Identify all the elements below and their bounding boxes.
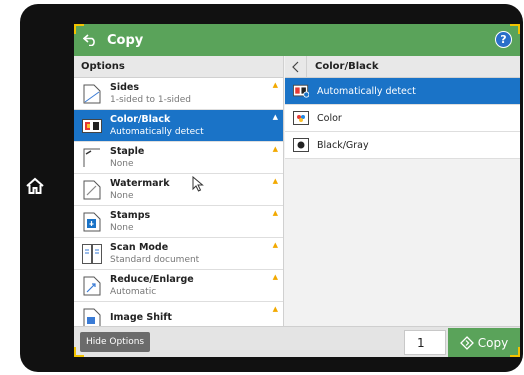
back-icon[interactable] bbox=[83, 32, 99, 48]
option-label: Color/Black bbox=[110, 113, 171, 125]
copy-button-label: Copy bbox=[477, 336, 509, 350]
option-value: None bbox=[110, 158, 134, 169]
choice-color[interactable]: Color bbox=[285, 105, 520, 132]
option-label: Reduce/Enlarge bbox=[110, 273, 194, 285]
option-scan-mode[interactable]: Scan Mode Standard document ▲ bbox=[74, 238, 283, 270]
option-stamps[interactable]: Stamps None ▲ bbox=[74, 206, 283, 238]
copies-count-field[interactable]: 1 bbox=[404, 330, 446, 355]
touch-screen: Copy ? Options Sides 1-sided to 1-sided … bbox=[74, 24, 520, 357]
page-title: Copy bbox=[107, 32, 144, 48]
home-button[interactable] bbox=[24, 175, 46, 197]
favorite-star-icon: ▲ bbox=[272, 145, 278, 153]
corner-marker bbox=[74, 347, 84, 357]
choice-label: Black/Gray bbox=[317, 139, 369, 151]
option-value: 1-sided to 1-sided bbox=[110, 94, 192, 105]
option-value: None bbox=[110, 190, 134, 201]
image-shift-icon bbox=[81, 307, 103, 326]
choice-label: Automatically detect bbox=[317, 85, 416, 97]
option-reduce-enlarge[interactable]: Reduce/Enlarge Automatic ▲ bbox=[74, 270, 283, 302]
option-watermark[interactable]: Watermark None ▲ bbox=[74, 174, 283, 206]
option-label: Image Shift bbox=[110, 311, 172, 323]
favorite-star-icon: ▲ bbox=[272, 81, 278, 89]
corner-marker bbox=[510, 24, 520, 34]
stamps-icon bbox=[81, 211, 103, 233]
options-header: Options bbox=[74, 56, 283, 78]
detail-title: Color/Black bbox=[315, 61, 379, 72]
choice-label: Color bbox=[317, 112, 342, 124]
favorite-star-icon: ▲ bbox=[272, 113, 278, 121]
bottom-bar: Hide Options 1 Copy bbox=[74, 326, 520, 357]
detail-header: Color/Black bbox=[285, 55, 520, 78]
favorite-star-icon: ▲ bbox=[272, 209, 278, 217]
detail-back-button[interactable] bbox=[285, 55, 307, 78]
option-staple[interactable]: Staple None ▲ bbox=[74, 142, 283, 174]
color-black-icon bbox=[81, 115, 103, 137]
option-value: None bbox=[110, 222, 134, 233]
start-diamond-icon bbox=[459, 336, 474, 350]
chevron-left-icon bbox=[291, 61, 298, 72]
option-value: Automatically detect bbox=[110, 126, 204, 137]
option-image-shift[interactable]: Image Shift ▲ bbox=[74, 302, 283, 326]
favorite-star-icon: ▲ bbox=[272, 305, 278, 313]
option-sides[interactable]: Sides 1-sided to 1-sided ▲ bbox=[74, 78, 283, 110]
option-value: Automatic bbox=[110, 286, 157, 297]
mouse-cursor-icon bbox=[192, 176, 204, 192]
choice-black-gray[interactable]: Black/Gray bbox=[285, 132, 520, 159]
scan-mode-icon bbox=[81, 243, 103, 265]
detail-panel: Color/Black Automatically detect Color B… bbox=[285, 55, 520, 326]
choice-automatically-detect[interactable]: Automatically detect bbox=[285, 78, 520, 105]
option-color-black[interactable]: Color/Black Automatically detect ▲ bbox=[74, 110, 283, 142]
corner-marker bbox=[510, 347, 520, 357]
option-label: Staple bbox=[110, 145, 145, 157]
options-panel: Options Sides 1-sided to 1-sided ▲ Color… bbox=[74, 56, 284, 326]
favorite-star-icon: ▲ bbox=[272, 177, 278, 185]
watermark-icon bbox=[81, 179, 103, 201]
option-value: Standard document bbox=[110, 254, 200, 265]
corner-marker bbox=[74, 24, 84, 34]
auto-detect-icon bbox=[293, 84, 309, 98]
option-label: Scan Mode bbox=[110, 241, 169, 253]
sides-icon bbox=[81, 83, 103, 105]
reduce-enlarge-icon bbox=[81, 275, 103, 297]
favorite-star-icon: ▲ bbox=[272, 273, 278, 281]
color-icon bbox=[293, 111, 309, 125]
hide-options-button[interactable]: Hide Options bbox=[80, 332, 151, 352]
staple-icon bbox=[81, 147, 103, 169]
favorite-star-icon: ▲ bbox=[272, 241, 278, 249]
title-bar: Copy ? bbox=[74, 24, 520, 56]
home-icon bbox=[26, 177, 44, 194]
option-label: Stamps bbox=[110, 209, 151, 221]
black-gray-icon bbox=[293, 138, 309, 152]
option-label: Sides bbox=[110, 81, 139, 93]
option-label: Watermark bbox=[110, 177, 170, 189]
